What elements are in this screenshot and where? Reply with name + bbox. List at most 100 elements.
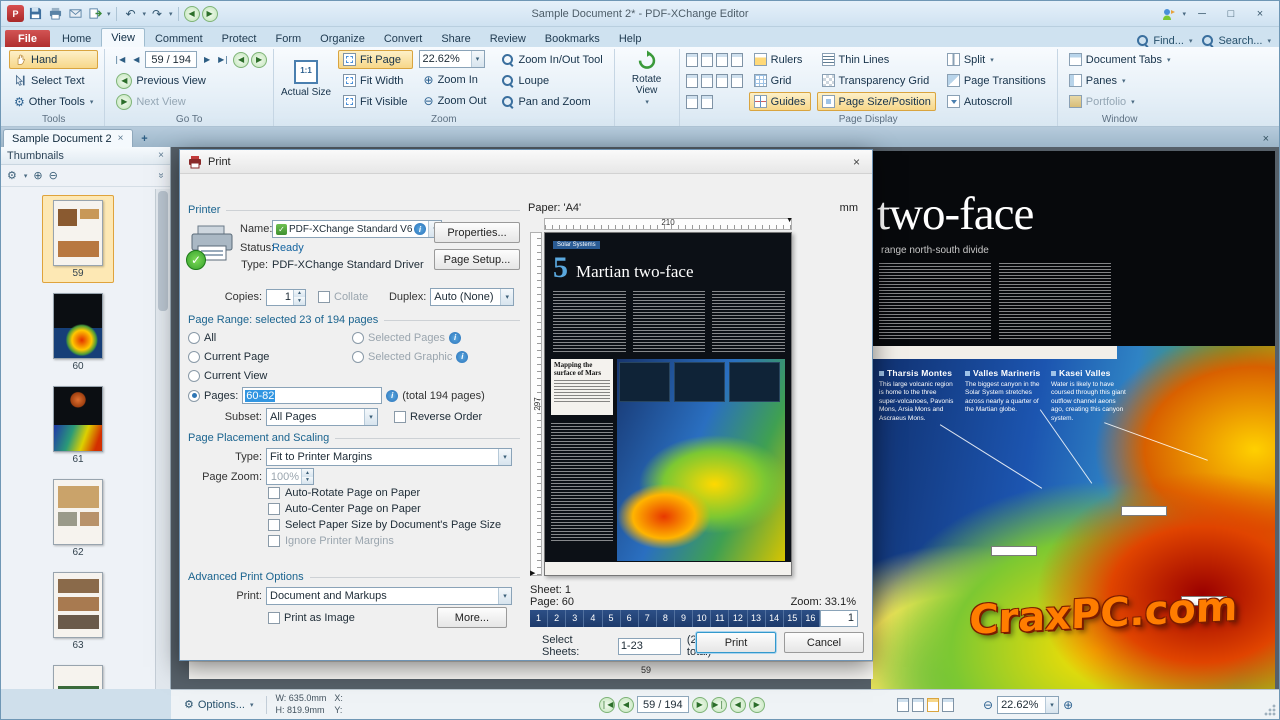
thumbnail-page-60[interactable]: 60 — [42, 288, 114, 376]
tab-bookmarks[interactable]: Bookmarks — [536, 30, 609, 47]
page-transitions-button[interactable]: Page Transitions — [942, 71, 1051, 90]
copies-stepper[interactable]: 1▲▼ — [266, 289, 306, 306]
tab-comment[interactable]: Comment — [146, 30, 212, 47]
ignore-printer-margins-checkbox[interactable]: Ignore Printer Margins — [268, 535, 520, 547]
sheet-cell[interactable]: 13 — [748, 610, 766, 627]
resize-grip[interactable] — [1263, 703, 1277, 717]
save-icon[interactable] — [26, 5, 44, 23]
sheet-cell[interactable]: 6 — [621, 610, 639, 627]
print-as-image-checkbox[interactable]: Print as Image — [268, 612, 355, 624]
guides-toggle[interactable]: Guides — [749, 92, 811, 111]
transparency-grid-toggle[interactable]: Transparency Grid — [817, 71, 936, 90]
page-number-input[interactable]: 59/194 — [145, 51, 197, 68]
undo-icon[interactable]: ↶ — [122, 5, 140, 23]
document-tab[interactable]: Sample Document 2× — [3, 129, 133, 147]
close-document-icon[interactable]: × — [1255, 133, 1277, 147]
tab-protect[interactable]: Protect — [213, 30, 266, 47]
print-dialog-close-icon[interactable]: × — [849, 155, 864, 169]
sheet-cell[interactable]: 12 — [729, 610, 747, 627]
find-button[interactable]: Find...▾ — [1137, 35, 1192, 47]
fit-visible-button[interactable]: Fit Visible — [338, 92, 412, 111]
split-button[interactable]: Split▾ — [942, 50, 1051, 69]
sheet-cell[interactable]: 2 — [548, 610, 566, 627]
auto-rotate-checkbox[interactable]: Auto-Rotate Page on Paper — [268, 487, 520, 499]
collate-checkbox[interactable]: Collate — [318, 291, 368, 303]
zoom-in-button[interactable]: ⊕Zoom In — [419, 70, 492, 89]
maximize-button[interactable]: □ — [1218, 5, 1244, 23]
tab-help[interactable]: Help — [610, 30, 651, 47]
first-page-button[interactable]: ❘◀ — [111, 52, 126, 68]
fit-page-button[interactable]: Fit Page — [338, 50, 412, 69]
panes-button[interactable]: Panes▾ — [1064, 71, 1176, 90]
fit-width-button[interactable]: Fit Width — [338, 71, 412, 90]
page-layout-icon[interactable] — [701, 74, 713, 88]
export-dropdown-icon[interactable]: ▾ — [107, 10, 111, 18]
grid-toggle[interactable]: Grid — [749, 71, 811, 90]
export-icon[interactable] — [86, 5, 104, 23]
zoom-level-select[interactable]: 22.62%▾ — [419, 50, 485, 68]
page-setup-button[interactable]: Page Setup... — [434, 249, 520, 270]
page-layout-icon[interactable] — [701, 95, 713, 109]
redo-icon[interactable]: ↷ — [148, 5, 166, 23]
portfolio-button[interactable]: Portfolio▾ — [1064, 92, 1176, 111]
thumbnails-scrollbar[interactable] — [155, 189, 170, 689]
two-page-icon[interactable] — [701, 53, 713, 67]
sheet-cell[interactable]: 3 — [566, 610, 584, 627]
sheet-cell[interactable]: 14 — [766, 610, 784, 627]
other-tools-button[interactable]: ⚙Other Tools▾ — [9, 92, 98, 111]
document-tabs-button[interactable]: Document Tabs▾ — [1064, 50, 1176, 69]
zoom-out-thumbnails-icon[interactable]: ⊖ — [49, 169, 58, 182]
select-sheets-input[interactable]: 1-23 — [618, 638, 681, 655]
rotate-view-button[interactable]: Rotate View▾ — [621, 50, 673, 107]
email-icon[interactable] — [66, 5, 84, 23]
printer-info-icon[interactable]: i — [414, 223, 426, 235]
zoom-out-button[interactable]: ⊖Zoom Out — [419, 91, 492, 110]
radio-selected-pages[interactable]: Selected Pagesi — [352, 332, 461, 344]
search-button[interactable]: Search...▾ — [1202, 35, 1271, 47]
single-page-view-button[interactable] — [897, 698, 909, 712]
spin-down-icon[interactable]: ▼ — [302, 477, 313, 485]
info-icon[interactable]: i — [386, 390, 398, 402]
radio-current-view[interactable]: Current View — [188, 370, 267, 382]
pages-input[interactable]: 60-82 — [242, 387, 382, 404]
spin-down-icon[interactable]: ▼ — [294, 297, 305, 305]
auto-center-checkbox[interactable]: Auto-Center Page on Paper — [268, 503, 520, 515]
scrollbar-thumb[interactable] — [158, 191, 168, 311]
radio-current-page[interactable]: Current Page — [188, 351, 348, 363]
next-page-button[interactable]: ▶ — [692, 697, 708, 713]
thumbnail-page-62[interactable]: 62 — [42, 474, 114, 562]
last-page-button[interactable]: ▶❘ — [711, 697, 727, 713]
tab-organize[interactable]: Organize — [311, 30, 374, 47]
thumbnail-page-61[interactable]: 61 — [42, 381, 114, 469]
subset-select[interactable]: All Pages▾ — [266, 408, 378, 426]
single-page-icon[interactable] — [686, 53, 698, 67]
page-zoom-stepper[interactable]: 100%▲▼ — [266, 468, 314, 485]
page-number-input[interactable]: 59/194 — [637, 696, 689, 713]
thin-lines-toggle[interactable]: Thin Lines — [817, 50, 936, 69]
sheet-cell[interactable]: 11 — [711, 610, 729, 627]
page-layout-icon[interactable] — [686, 74, 698, 88]
radio-all-pages[interactable]: All — [188, 332, 348, 344]
sheet-number-input[interactable]: 1 — [820, 610, 858, 627]
thumbnails-close-icon[interactable]: × — [158, 150, 164, 161]
tab-review[interactable]: Review — [481, 30, 535, 47]
info-icon[interactable]: i — [449, 332, 461, 344]
history-forward-icon[interactable]: ▶ — [202, 6, 218, 22]
new-tab-button[interactable]: + — [137, 131, 153, 147]
spin-up-icon[interactable]: ▲ — [294, 290, 305, 298]
first-page-button[interactable]: ❘◀ — [599, 697, 615, 713]
info-icon[interactable]: i — [456, 351, 468, 363]
two-page-continuous-view-button[interactable] — [942, 698, 954, 712]
cancel-button[interactable]: Cancel — [784, 632, 864, 653]
autoscroll-button[interactable]: Autoscroll — [942, 92, 1051, 111]
zoom-out-icon[interactable]: ⊖ — [983, 699, 993, 711]
sheet-cell[interactable]: 9 — [675, 610, 693, 627]
more-button[interactable]: More... — [437, 607, 507, 628]
placement-type-select[interactable]: Fit to Printer Margins▾ — [266, 448, 512, 466]
reverse-order-checkbox[interactable]: Reverse Order — [394, 411, 482, 423]
previous-page-button[interactable]: ◀ — [618, 697, 634, 713]
select-text-button[interactable]: Select Text — [9, 71, 98, 90]
tab-file[interactable]: File — [5, 30, 50, 47]
loupe-button[interactable]: Loupe — [497, 71, 607, 90]
options-button[interactable]: ⚙Options...▾ — [179, 695, 258, 714]
